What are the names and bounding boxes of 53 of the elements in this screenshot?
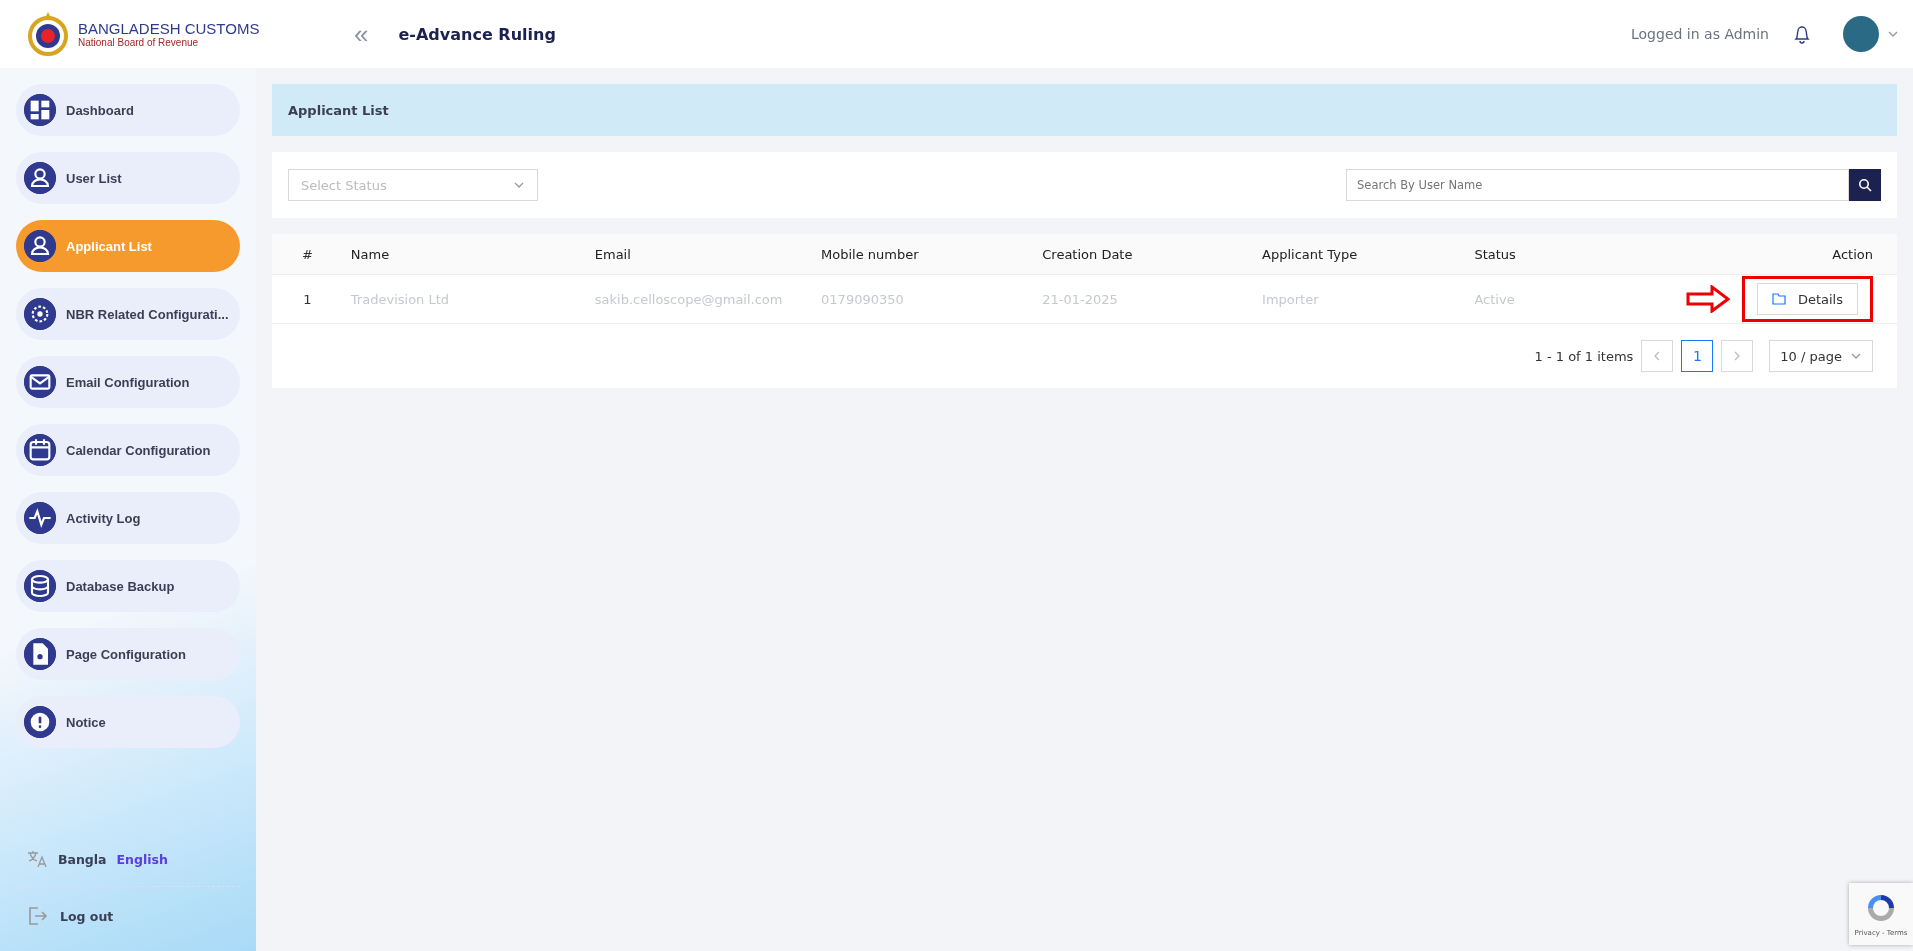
alert-icon — [24, 706, 56, 738]
database-icon — [24, 570, 56, 602]
sidebar-item[interactable]: Dashboard — [16, 84, 240, 136]
table-cell: sakib.celloscope@gmail.com — [586, 274, 814, 324]
table-cell: 21-01-2025 — [1034, 274, 1255, 324]
language-option[interactable]: Bangla — [58, 851, 107, 867]
translate-icon — [26, 848, 48, 870]
search-button[interactable] — [1849, 169, 1881, 201]
sidebar-item[interactable]: User List — [16, 152, 240, 204]
column-header: Email — [586, 234, 814, 275]
sidebar-item[interactable]: Email Configuration — [16, 356, 240, 408]
gear-icon — [24, 298, 56, 330]
page-button[interactable]: 1 — [1681, 340, 1714, 372]
users-icon — [24, 230, 56, 262]
brand-subtitle: National Board of Revenue — [78, 37, 200, 48]
table-cell: 1 — [272, 274, 343, 324]
pagination-summary: 1 - 1 of 1 items — [1534, 348, 1634, 364]
column-header: Mobile number — [813, 234, 1035, 275]
folder-icon — [1771, 293, 1786, 305]
calendar-icon — [24, 434, 56, 466]
column-header: Creation Date — [1034, 234, 1255, 275]
logout-icon — [26, 905, 48, 927]
sidebar-item[interactable]: NBR Related Configurati... — [16, 288, 240, 340]
table-cell: Importer — [1254, 274, 1467, 324]
sidebar-item[interactable]: Page Configuration — [16, 628, 240, 680]
sidebar-item[interactable]: Activity Log — [16, 492, 240, 544]
logout-button[interactable]: Log out — [16, 887, 240, 951]
column-header: Action — [1677, 234, 1897, 275]
sidebar-item[interactable]: Calendar Configuration — [16, 424, 240, 476]
file-icon — [24, 638, 56, 670]
table-cell: Tradevision Ltd — [342, 274, 587, 324]
column-header: Applicant Type — [1254, 234, 1467, 275]
user-label: Logged in as Admin — [1631, 26, 1769, 42]
table-cell: Active — [1466, 274, 1678, 324]
brand-title: BANGLADESH CUSTOMS — [78, 20, 261, 37]
page-title-banner: Applicant List — [272, 84, 1897, 136]
mail-icon — [24, 366, 56, 398]
language-option[interactable]: English — [116, 851, 168, 867]
search-icon — [1858, 178, 1872, 192]
column-header: Name — [342, 234, 587, 275]
avatar[interactable] — [1843, 16, 1879, 52]
pulse-icon — [24, 502, 56, 534]
dashboard-icon — [24, 94, 56, 126]
page-size-select[interactable]: 10 / page — [1769, 340, 1873, 372]
sidebar-item[interactable]: Notice — [16, 696, 240, 748]
column-header: # — [272, 234, 343, 275]
table-cell: 0179090350 — [813, 274, 1035, 324]
users-icon — [24, 162, 56, 194]
column-header: Status — [1466, 234, 1678, 275]
app-title: e-Advance Ruling — [398, 24, 556, 44]
sidebar-item[interactable]: Database Backup — [16, 560, 240, 612]
details-button[interactable]: Details — [1756, 283, 1858, 315]
search-field[interactable]: Search By User Name — [1346, 169, 1849, 201]
